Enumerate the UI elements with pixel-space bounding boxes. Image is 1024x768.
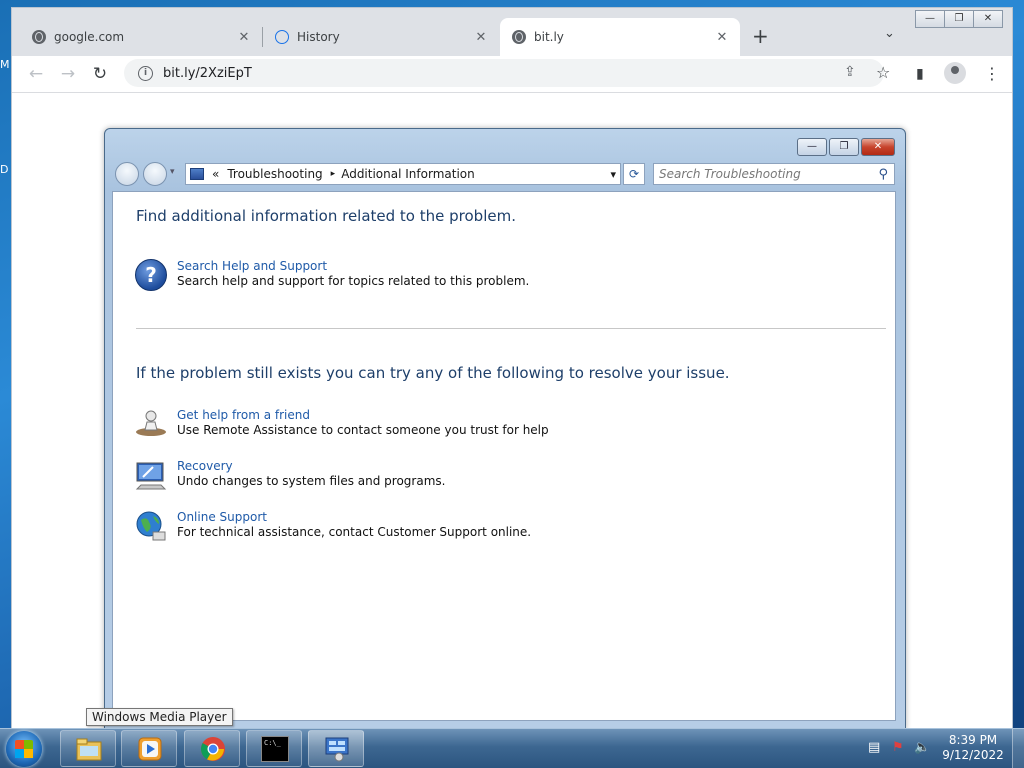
taskbar-chrome[interactable] xyxy=(184,730,240,767)
refresh-button[interactable]: ⟳ xyxy=(623,163,645,185)
heading-try-following: If the problem still exists you can try … xyxy=(136,364,730,382)
forward-button[interactable]: → xyxy=(56,62,80,86)
explorer-icon xyxy=(76,738,102,761)
recovery-icon xyxy=(135,459,167,491)
reload-button[interactable]: ↻ xyxy=(88,62,112,86)
maximize-button[interactable]: ❐ xyxy=(944,10,974,28)
task-description: Search help and support for topics relat… xyxy=(177,274,530,288)
tab-title: History xyxy=(297,30,340,44)
volume-icon[interactable]: 🔈 xyxy=(914,740,930,755)
link-search-help[interactable]: Search Help and Support xyxy=(177,259,529,274)
side-panel-icon[interactable]: ▮ xyxy=(916,66,924,82)
search-icon[interactable]: ⚲ xyxy=(878,167,888,182)
window-controls: — ❐ ✕ xyxy=(915,10,1003,28)
task-online-support[interactable]: Online Support For technical assistance,… xyxy=(135,510,531,542)
task-recovery[interactable]: Recovery Undo changes to system files an… xyxy=(135,459,445,491)
globe-icon xyxy=(512,30,526,44)
desktop-edge-text: D xyxy=(0,163,9,176)
media-player-icon xyxy=(138,737,162,761)
minimize-button[interactable]: — xyxy=(915,10,945,28)
tab-google[interactable]: google.com ✕ xyxy=(20,18,262,56)
show-desktop-button[interactable] xyxy=(1012,729,1024,768)
link-get-help-friend[interactable]: Get help from a friend xyxy=(177,408,549,423)
taskbar-cmd[interactable]: C:\_ xyxy=(246,730,302,767)
action-center-flag-icon[interactable]: ⚑ xyxy=(892,740,904,755)
breadcrumb-troubleshooting[interactable]: Troubleshooting xyxy=(227,167,322,181)
breadcrumb-separator-icon[interactable]: ▸ xyxy=(331,169,336,179)
taskbar: C:\_ ▤ ⚑ 🔈 8:39 PM 9/12/2022 xyxy=(0,728,1024,768)
windows-logo-icon xyxy=(15,740,33,758)
troubleshooting-window: — ❐ ✕ ▾ « Troubleshooting ▸ Additional I… xyxy=(104,128,906,730)
recent-pages-icon[interactable]: ▾ xyxy=(170,167,175,177)
desktop-edge-text: M xyxy=(0,58,10,71)
close-button[interactable]: ✕ xyxy=(973,10,1003,28)
breadcrumb-additional-information[interactable]: Additional Information xyxy=(341,167,475,181)
network-icon[interactable]: ▤ xyxy=(868,740,880,755)
close-icon[interactable]: ✕ xyxy=(714,30,730,45)
task-description: For technical assistance, contact Custom… xyxy=(177,525,532,539)
content-pane: Find additional information related to t… xyxy=(112,191,896,721)
tab-title: bit.ly xyxy=(534,30,564,44)
tab-history[interactable]: History ✕ xyxy=(263,18,499,56)
back-button[interactable] xyxy=(115,162,139,186)
divider xyxy=(136,328,886,329)
clock-date: 9/12/2022 xyxy=(942,748,1004,762)
search-input[interactable]: Search Troubleshooting xyxy=(659,167,878,181)
task-search-help[interactable]: ? Search Help and Support Search help an… xyxy=(135,259,529,291)
tab-title: google.com xyxy=(54,30,125,44)
remote-assistance-icon xyxy=(135,408,167,440)
globe-icon xyxy=(135,510,167,542)
close-icon[interactable]: ✕ xyxy=(473,30,489,45)
taskbar-explorer[interactable] xyxy=(60,730,116,767)
browser-toolbar: ← → ↻ i bit.ly/2XziEpT ⇪ ☆ ▮ ⋮ xyxy=(12,56,1012,93)
menu-icon[interactable]: ⋮ xyxy=(984,64,1000,83)
bookmark-star-icon[interactable]: ☆ xyxy=(876,63,890,82)
control-panel-icon xyxy=(325,737,349,762)
task-description: Use Remote Assistance to contact someone… xyxy=(177,423,549,437)
close-button[interactable]: ✕ xyxy=(861,138,895,156)
url-text[interactable]: bit.ly/2XziEpT xyxy=(163,66,252,81)
tab-bitly[interactable]: bit.ly ✕ xyxy=(500,18,740,56)
profile-avatar[interactable] xyxy=(944,62,966,84)
help-icon: ? xyxy=(135,259,167,291)
link-recovery[interactable]: Recovery xyxy=(177,459,445,474)
history-icon xyxy=(275,30,289,44)
chevron-icon[interactable]: « xyxy=(212,167,219,181)
search-box[interactable]: Search Troubleshooting ⚲ xyxy=(653,163,895,185)
taskbar-control-panel[interactable] xyxy=(308,730,364,767)
globe-icon xyxy=(32,30,46,44)
maximize-button[interactable]: ❐ xyxy=(829,138,859,156)
start-button[interactable] xyxy=(6,731,42,767)
new-tab-button[interactable]: + xyxy=(752,26,769,46)
task-get-help-friend[interactable]: Get help from a friend Use Remote Assist… xyxy=(135,408,549,440)
chrome-icon xyxy=(200,737,225,761)
forward-button[interactable] xyxy=(143,162,167,186)
share-icon[interactable]: ⇪ xyxy=(844,64,856,80)
control-panel-icon xyxy=(190,168,204,180)
tab-search-button[interactable]: ⌄ xyxy=(884,26,895,41)
minimize-button[interactable]: — xyxy=(797,138,827,156)
address-bar[interactable]: « Troubleshooting ▸ Additional Informati… xyxy=(185,163,621,185)
site-info-icon[interactable]: i xyxy=(138,65,153,81)
task-description: Undo changes to system files and program… xyxy=(177,474,446,488)
taskbar-media-player[interactable] xyxy=(121,730,177,767)
heading-find-info: Find additional information related to t… xyxy=(136,207,516,225)
cmd-icon-text: C:\_ xyxy=(264,739,281,747)
taskbar-tooltip: Windows Media Player xyxy=(86,708,233,726)
cmd-icon: C:\_ xyxy=(261,736,289,762)
link-online-support[interactable]: Online Support xyxy=(177,510,531,525)
close-icon[interactable]: ✕ xyxy=(236,30,252,45)
tab-strip: google.com ✕ History ✕ bit.ly ✕ + ⌄ — ❐ … xyxy=(12,8,1012,56)
clock-time: 8:39 PM xyxy=(948,733,998,747)
address-dropdown-icon[interactable]: ▾ xyxy=(610,168,616,181)
back-button[interactable]: ← xyxy=(24,62,48,86)
clock[interactable]: 8:39 PM 9/12/2022 xyxy=(940,733,1006,763)
address-bar[interactable]: i bit.ly/2XziEpT ⇪ ☆ xyxy=(124,59,890,87)
